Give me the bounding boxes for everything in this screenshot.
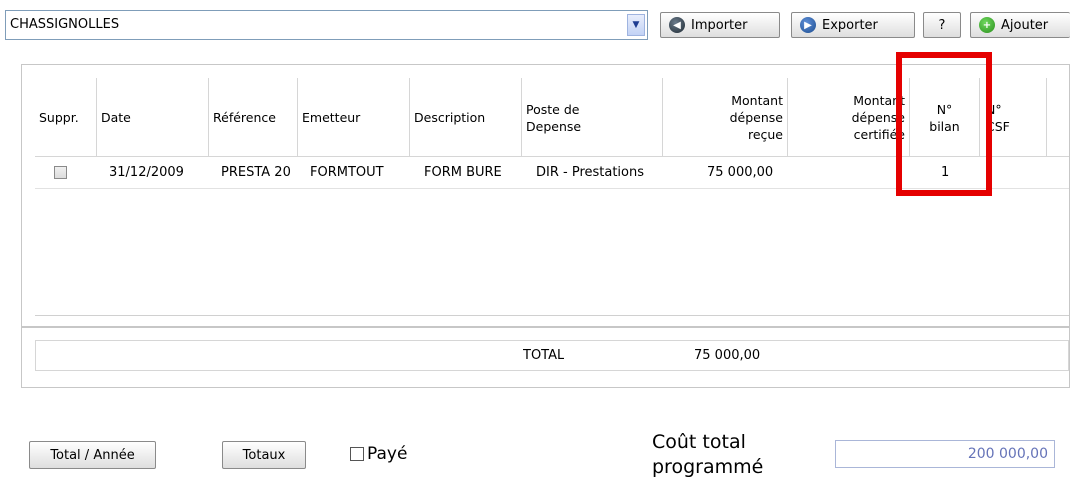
total-cost-line1: Coût total bbox=[652, 431, 746, 453]
add-label: Ajouter bbox=[1001, 17, 1049, 33]
total-cost-line2: programmé bbox=[652, 456, 764, 478]
col-poste-line1: Poste de bbox=[526, 101, 580, 117]
col-montant-recu-label: Montant dépense reçue bbox=[730, 92, 783, 143]
table-body-empty bbox=[35, 189, 1069, 316]
col-description[interactable]: Description bbox=[410, 78, 522, 157]
total-label: TOTAL bbox=[523, 348, 565, 363]
col-montant-recu-line1: Montant bbox=[731, 93, 783, 108]
import-button[interactable]: ◀ Importer bbox=[660, 12, 780, 38]
col-emetteur-label: Emetteur bbox=[302, 110, 361, 125]
paid-label: Payé bbox=[367, 444, 408, 464]
paid-checkbox-box[interactable] bbox=[350, 447, 364, 461]
highlight-box bbox=[896, 52, 992, 196]
cell-date: 31/12/2009 bbox=[109, 165, 184, 180]
cell-emetteur: FORMTOUT bbox=[310, 165, 384, 180]
totals-panel: TOTAL 75 000,00 bbox=[21, 327, 1070, 388]
col-description-label: Description bbox=[414, 110, 486, 125]
totals-button[interactable]: Totaux bbox=[222, 441, 306, 469]
col-montant-certifie[interactable]: Montant dépense certifiée bbox=[788, 78, 910, 157]
col-montant-recu-line3: reçue bbox=[747, 127, 783, 142]
total-per-year-label: Total / Année bbox=[50, 447, 135, 463]
help-label: ? bbox=[938, 17, 946, 33]
col-suppr[interactable]: Suppr. bbox=[35, 78, 97, 157]
total-montant-recu: 75 000,00 bbox=[694, 348, 761, 363]
col-date-label: Date bbox=[101, 110, 131, 125]
add-button[interactable]: + Ajouter bbox=[970, 12, 1070, 38]
project-combobox[interactable]: CHASSIGNOLLES ▼ bbox=[5, 10, 648, 40]
delete-checkbox[interactable] bbox=[54, 166, 67, 179]
cell-montant-recu: 75 000,00 bbox=[707, 165, 774, 180]
cell-reference: PRESTA 20 bbox=[221, 165, 291, 180]
cell-poste: DIR - Prestations bbox=[536, 165, 645, 180]
col-poste-label: Poste de Depense bbox=[526, 101, 581, 135]
totals-label: Totaux bbox=[242, 447, 286, 463]
export-icon: ▶ bbox=[800, 17, 816, 33]
col-date[interactable]: Date bbox=[97, 78, 209, 157]
export-button[interactable]: ▶ Exporter bbox=[791, 12, 915, 38]
col-poste[interactable]: Poste de Depense bbox=[522, 78, 663, 157]
plus-icon: + bbox=[979, 17, 995, 33]
total-per-year-button[interactable]: Total / Année bbox=[29, 441, 156, 469]
col-montant-recu[interactable]: Montant dépense reçue bbox=[663, 78, 788, 157]
chevron-down-icon[interactable]: ▼ bbox=[627, 14, 645, 36]
combo-value: CHASSIGNOLLES bbox=[10, 17, 120, 32]
col-reference[interactable]: Référence bbox=[209, 78, 298, 157]
total-cost-label: Coût total programmé bbox=[652, 430, 763, 480]
cell-description: FORM BURE bbox=[424, 165, 502, 180]
import-icon: ◀ bbox=[669, 17, 685, 33]
export-label: Exporter bbox=[822, 17, 878, 33]
col-reference-label: Référence bbox=[213, 110, 276, 125]
col-suppr-label: Suppr. bbox=[39, 110, 79, 125]
col-emetteur[interactable]: Emetteur bbox=[298, 78, 410, 157]
total-cost-field[interactable]: 200 000,00 bbox=[835, 440, 1055, 468]
col-poste-line2: Depense bbox=[526, 118, 582, 134]
paid-checkbox[interactable]: Payé bbox=[350, 444, 407, 464]
col-montant-recu-line2: dépense bbox=[729, 110, 783, 125]
totals-row: TOTAL 75 000,00 bbox=[35, 340, 1069, 371]
help-button[interactable]: ? bbox=[923, 12, 961, 38]
import-label: Importer bbox=[691, 17, 748, 33]
